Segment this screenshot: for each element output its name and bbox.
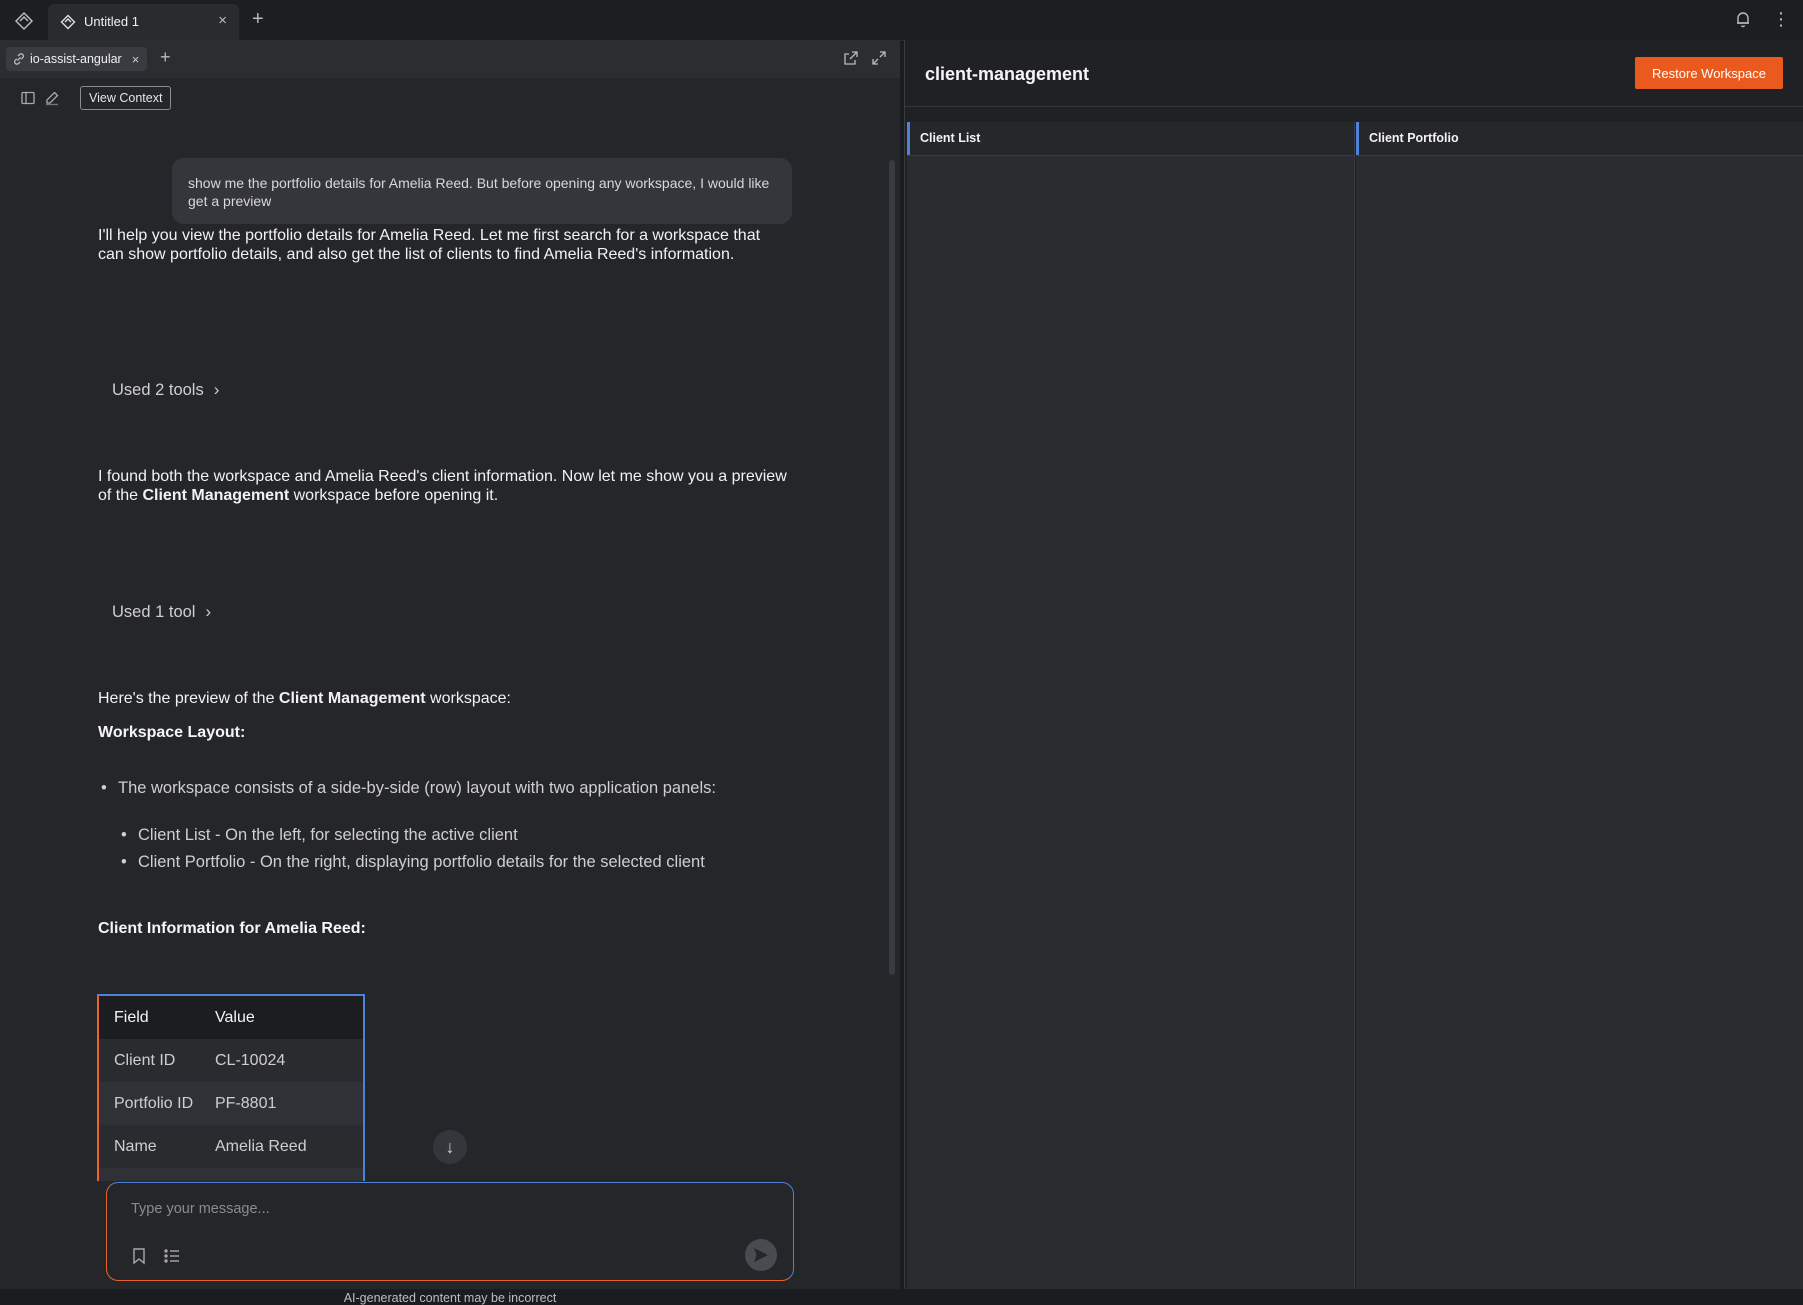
used-tools-label: Used 1 tool: [112, 602, 196, 621]
sidebar-toggle-icon[interactable]: [20, 90, 36, 106]
table-row: Client ID CL-10024: [99, 1039, 363, 1083]
pane-label: Client Portfolio: [1369, 131, 1459, 145]
workspace-preview-panel: client-management Restore Workspace Clie…: [904, 40, 1803, 1289]
window-tab-bar: Untitled 1 × + ⋮: [0, 0, 1803, 41]
message-composer: [106, 1182, 794, 1281]
bookmark-icon[interactable]: [131, 1247, 147, 1265]
popout-icon[interactable]: [843, 50, 859, 66]
bullet-sub-2: • Client Portfolio - On the right, displ…: [121, 852, 705, 872]
expand-icon[interactable]: [871, 50, 887, 66]
assistant-message-2: I found both the workspace and Amelia Re…: [98, 467, 788, 505]
used-tools-label: Used 2 tools: [112, 380, 204, 399]
tab-icon: [60, 14, 76, 30]
table-cell-value: CL-10024: [215, 1051, 286, 1069]
table-cell-value: PF-8801: [215, 1094, 277, 1112]
chat-scrollbar[interactable]: [889, 160, 895, 975]
table-cell-field: Portfolio ID: [114, 1094, 194, 1112]
table-row: Portfolio ID PF-8801: [99, 1082, 363, 1126]
table-header-field: Field: [114, 1008, 149, 1026]
user-message-bubble: show me the portfolio details for Amelia…: [172, 158, 792, 224]
bullet-sub-1: • Client List - On the left, for selecti…: [121, 825, 518, 845]
pane-label: Client List: [920, 131, 981, 145]
chevron-right-icon: ›: [213, 380, 220, 399]
pane-tab-accent: [1356, 122, 1359, 155]
client-info-heading: Client Information for Amelia Reed:: [98, 920, 366, 937]
workspace-header: client-management Restore Workspace: [905, 40, 1803, 107]
table-cell-field: Name: [114, 1137, 157, 1155]
table-header-row: Field Value: [99, 996, 363, 1039]
list-icon[interactable]: [163, 1247, 181, 1265]
assistant-2-bold: Client Management: [142, 487, 290, 504]
used-tools-toggle-1[interactable]: Used 2 tools ›: [112, 380, 219, 400]
assistant-2-text-end: workspace before opening it.: [289, 487, 499, 504]
app-logo-icon[interactable]: [14, 11, 34, 31]
tab-untitled-1[interactable]: Untitled 1 ×: [48, 4, 239, 40]
chip-label: io-assist-angular: [30, 52, 122, 66]
send-button[interactable]: [745, 1239, 777, 1271]
view-context-button[interactable]: View Context: [80, 86, 172, 110]
edit-icon[interactable]: [44, 90, 60, 106]
table-row-partial: [99, 1168, 363, 1181]
bullet-sub-1-text: Client List - On the left, for selecting…: [138, 826, 518, 844]
ai-disclaimer: AI-generated content may be incorrect: [343, 1291, 557, 1305]
more-menu-button[interactable]: ⋮: [1772, 9, 1790, 30]
pane-client-list[interactable]: Client List: [907, 122, 1355, 1289]
bullet-dot: •: [121, 826, 127, 844]
chat-sub-tab-bar: io-assist-angular × +: [0, 40, 900, 78]
bullet-dot: •: [101, 779, 107, 797]
preview-text-end: workspace:: [425, 690, 511, 707]
bullet-dot: •: [121, 853, 127, 871]
bell-icon[interactable]: [1734, 10, 1752, 28]
pane-tab-client-list[interactable]: Client List: [907, 122, 1354, 156]
table-header-value: Value: [215, 1008, 255, 1026]
chevron-right-icon: ›: [205, 602, 212, 621]
workspace-layout: Client List Client Portfolio: [905, 122, 1803, 1289]
workspace-layout-heading: Workspace Layout:: [98, 724, 246, 741]
app-chip-io-assist-angular[interactable]: io-assist-angular ×: [6, 47, 148, 71]
link-icon: [14, 53, 24, 65]
workspace-title: client-management: [925, 64, 1090, 84]
chat-panel: io-assist-angular × + View Context show …: [0, 40, 900, 1305]
arrow-down-icon: ↓: [445, 1136, 455, 1157]
table-cell-value: Amelia Reed: [215, 1137, 307, 1155]
preview-bold: Client Management: [278, 690, 426, 707]
pane-client-portfolio[interactable]: Client Portfolio: [1356, 122, 1803, 1289]
client-info-table: Field Value Client ID CL-10024 Portfolio…: [97, 994, 365, 1181]
message-input[interactable]: [129, 1197, 733, 1221]
table-cell-field: Client ID: [114, 1051, 176, 1069]
bullet-main: • The workspace consists of a side-by-si…: [101, 778, 716, 798]
bullet-main-text: The workspace consists of a side-by-side…: [118, 779, 716, 797]
chip-close-button[interactable]: ×: [132, 52, 140, 67]
tab-title: Untitled 1: [84, 14, 139, 29]
bullet-sub-2-text: Client Portfolio - On the right, display…: [138, 853, 705, 871]
table-row: Name Amelia Reed: [99, 1125, 363, 1169]
add-app-button[interactable]: +: [160, 47, 171, 68]
pane-tab-accent: [907, 122, 910, 155]
preview-intro: Here's the preview of the Client Managem…: [98, 689, 788, 708]
tab-close-button[interactable]: ×: [218, 12, 227, 29]
new-tab-button[interactable]: +: [252, 8, 264, 31]
assistant-message-1: I'll help you view the portfolio details…: [98, 227, 761, 263]
restore-workspace-button[interactable]: Restore Workspace: [1635, 57, 1783, 89]
send-icon: [754, 1248, 768, 1262]
pane-tab-client-portfolio[interactable]: Client Portfolio: [1356, 122, 1803, 156]
used-tools-toggle-2[interactable]: Used 1 tool ›: [112, 602, 211, 622]
preview-text-start: Here's the preview of the: [98, 690, 279, 707]
scroll-to-bottom-button[interactable]: ↓: [433, 1130, 467, 1164]
